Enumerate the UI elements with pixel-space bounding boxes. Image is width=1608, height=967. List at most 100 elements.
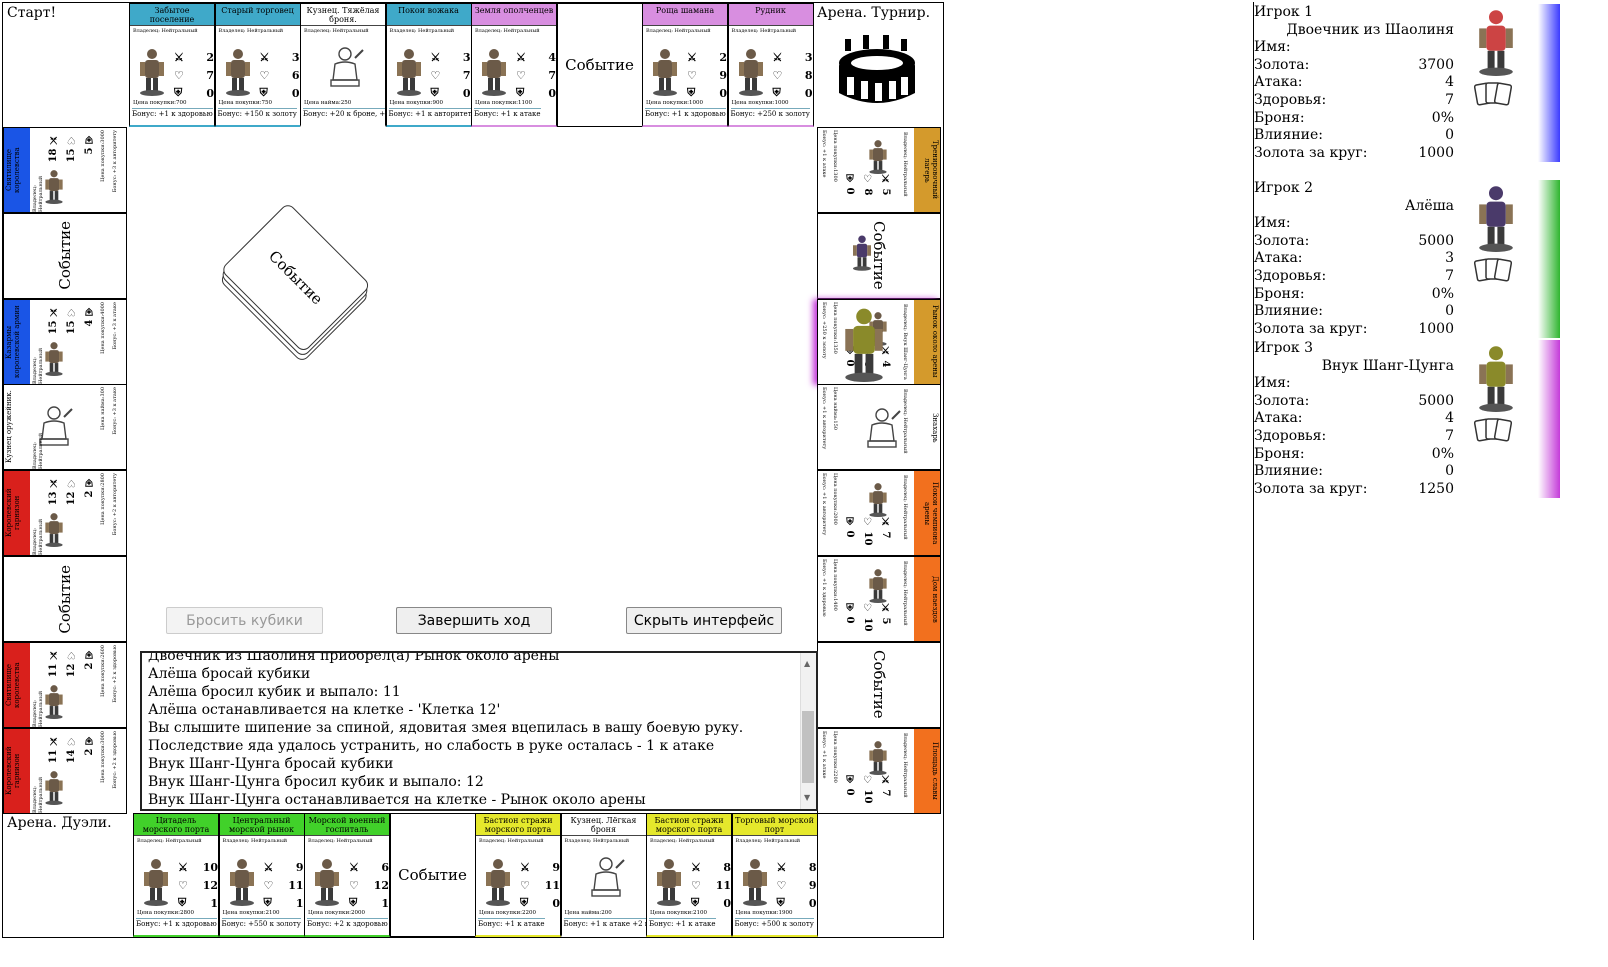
property-cell[interactable]: Роща шамана Владелец: Нейтральный ⚔ 2 ♡ 9 ⛨ 0 Це… (642, 3, 728, 127)
property-cell[interactable]: Кузнец. Тяжёлая броня. Владелец: Нейтраль… (300, 3, 386, 127)
scroll-up-icon[interactable]: ▲ (804, 655, 810, 673)
roll-dice-button[interactable]: Бросить кубики (166, 607, 323, 634)
property-cell[interactable]: Рудник Владелец: Нейтральный ⚔ 3 ♡ 8 ⛨ 0 Цена по… (727, 3, 814, 127)
stat-label: Влияние: (1254, 127, 1324, 144)
log-line: Внук Шанг-Цунга останавливается на клетк… (148, 792, 646, 808)
property-cell[interactable]: Центральный морской рынок Владелец: Нейтр… (218, 813, 305, 937)
heart-icon: ♡ (862, 174, 873, 185)
swords-icon: ⚔ (48, 305, 59, 317)
stat-armor: 0 (844, 530, 855, 538)
event-cell[interactable]: Событие (817, 212, 941, 299)
property-cell[interactable]: Цитадель морского порта Владелец: Нейтрал… (133, 813, 219, 937)
property-cell[interactable]: Покои чемпиона арены ⚔ 7 ♡ 10 ⛨ 0 Владелец: … (817, 470, 941, 557)
cell-title: Святилище королевства (4, 128, 30, 212)
cell-owner: Владелец: Нейтральный (32, 433, 44, 470)
property-cell[interactable]: Морской военный госпиталь Владелец: Нейтр… (304, 813, 390, 937)
property-cell[interactable]: Площадь славы ⚔ 7 ♡ 10 ⛨ 0 Владелец: Нейтрал… (817, 727, 941, 814)
property-cell[interactable]: Королевский гарнизон 13 ⚔ 12 ♡ 2 ⛨ Владелец:… (3, 470, 127, 557)
cell-title: Кузнец оружейник. (4, 385, 30, 470)
cell-price: Цена покупки:2200 (832, 730, 838, 783)
cell-stats: ⚔ 7 (880, 775, 891, 796)
property-cell[interactable]: Забытое поселение Владелец: Нейтральный ⚔ 2… (129, 3, 215, 127)
stat-label: Влияние: (1254, 303, 1324, 320)
cell-title: Тренировочный лагерь (914, 128, 940, 212)
cell-bonus: Бонус: +1 к авторитету (821, 387, 827, 450)
stat-row: Золота за круг: 1000 (1254, 145, 1454, 163)
cell-stats: ⚔ 8 ♡ 9 ⛨ 0 (777, 858, 817, 912)
swords-icon: ⚔ (48, 134, 59, 145)
event-cell[interactable]: Событие (3, 556, 127, 642)
property-cell[interactable]: Королевский гарнизон 11 ⚔ 14 ♡ 2 ⛨ Владелец:… (3, 727, 127, 814)
cell-bonus: Бонус: +150 к золоту (217, 108, 297, 118)
property-cell[interactable]: Святилище королевства 11 ⚔ 12 ♡ 2 ⛨ Владелец… (3, 641, 127, 728)
player-cards-icon[interactable] (1473, 80, 1513, 108)
property-cell[interactable]: Старый торговец Владелец: Нейтральный ⚔ 3 ♡ 6… (214, 3, 301, 127)
cell-price: Цена покупки:3000 (100, 730, 106, 783)
stat-health: 10 (862, 531, 873, 546)
cell-title: Морской военный госпиталь (305, 814, 389, 836)
event-deck[interactable]: Событие (210, 199, 380, 369)
shield-icon: ⛨ (844, 174, 855, 184)
cell-bonus: Бонус: +500 к золоту (734, 918, 814, 928)
stat-armor: 4 (84, 319, 95, 327)
cell-owner: Владелец: Нейтральный (479, 838, 544, 844)
player-cards-icon[interactable] (1473, 256, 1513, 284)
property-cell[interactable]: Святилище королевства 18 ⚔ 15 ♡ 5 ⛨ Владелец… (3, 127, 127, 213)
end-turn-button[interactable]: Завершить ход (396, 607, 552, 634)
property-cell[interactable]: Тренировочный лагерь ⚔ 5 ♡ 8 ⛨ 0 Владелец: Н… (817, 127, 941, 213)
cell-owner: Владелец: Нейтральный (475, 28, 540, 34)
stat-row: Влияние: 0 (1254, 127, 1454, 145)
corner-tournament: Арена. Турнир. (813, 3, 943, 127)
stat-value: 5000 (1418, 232, 1454, 249)
stat-row: Атака: 3 (1254, 250, 1454, 268)
event-cell-label: Событие (56, 564, 74, 634)
heart-icon: ♡ (687, 68, 697, 82)
cell-bonus: Бонус: +1 к здоровью (132, 108, 213, 118)
swords-icon: ⚔ (48, 477, 59, 489)
unit-figure (862, 739, 894, 775)
stat-armor: 0 (719, 86, 727, 100)
shield-icon: ⛨ (687, 86, 696, 99)
property-cell[interactable]: Кузнец оружейник. Владелец: Нейтральный Це… (3, 384, 127, 471)
log-scroll-thumb[interactable] (802, 711, 814, 783)
property-cell[interactable]: Земля ополченцев Владелец: Нейтральный ⚔ 4 ♡… (471, 3, 557, 127)
unit-figure (136, 46, 168, 96)
property-cell[interactable]: Казармы королевской армии 15 ⚔ 15 ♡ 4 ⛨ Влад… (3, 298, 127, 385)
stat-attack: 2 (206, 50, 214, 64)
stat-attack: 8 (808, 860, 817, 874)
cell-price: Цена покупки:1100 (475, 100, 533, 106)
game-log[interactable]: Двоечник из Шаолиня приобрел(а) Рынок ок… (140, 651, 818, 811)
cell-bonus: Бонус: +1 к атаке (649, 918, 716, 928)
event-cell[interactable]: Событие (389, 813, 476, 937)
property-cell[interactable]: Знахарь Владелец: Нейтральный Цена найма:1… (817, 384, 941, 471)
cell-stats-arm: ⛨ 0 (844, 174, 855, 194)
cell-price: Цена найма:300 (100, 387, 106, 431)
cell-title: Бастион стражи морского порта (647, 814, 731, 836)
event-cell[interactable]: Событие (3, 212, 127, 299)
cell-title: Покои чемпиона арены (914, 471, 940, 556)
swords-icon: ⚔ (263, 860, 274, 874)
property-cell[interactable]: Покои вожака Владелец: Нейтральный ⚔ 3 ♡ 7 ⛨ 0 Ц… (385, 3, 472, 127)
log-scrollbar[interactable]: ▲ ▼ (800, 653, 816, 809)
stat-attack: 18 (48, 148, 59, 163)
cell-stats: ⚔ 9 ♡ 11 ⛨ 1 (264, 858, 304, 912)
event-cell[interactable]: Событие (817, 641, 941, 728)
hide-interface-button[interactable]: Скрыть интерфейс (626, 607, 782, 634)
property-cell[interactable]: Бастион стражи морского порта Владелец: Н… (646, 813, 732, 937)
stat-row: Золота: 3700 (1254, 57, 1454, 75)
cell-stats: 11 ⚔ (48, 649, 59, 677)
unit-figure (862, 138, 894, 174)
stat-attack: 7 (880, 789, 891, 797)
event-cell[interactable]: Событие (556, 3, 643, 127)
cell-stats-arm: 5 ⛨ (84, 134, 95, 154)
property-cell[interactable]: Дом наездов ⚔ 5 ♡ 10 ⛨ 0 Владелец: Нейтральн… (817, 556, 941, 642)
cell-stats: 15 ⚔ (48, 306, 59, 334)
player-cards-icon[interactable] (1473, 416, 1513, 444)
stat-armor: 0 (808, 896, 817, 910)
property-cell[interactable]: Кузнец. Лёгкая броня Владелец: Нейтральны… (560, 813, 647, 937)
scroll-down-icon[interactable]: ▼ (804, 789, 810, 807)
cell-price: Цена покупки:2800 (137, 910, 195, 916)
property-cell[interactable]: Рынок около арены⚔ 4♡ 6⛨ 0Владелец: Внук… (817, 298, 941, 385)
property-cell[interactable]: Бастион стражи морского порта Владелец: Н… (475, 813, 561, 937)
property-cell[interactable]: Торговый морской порт Владелец: Нейтральн… (731, 813, 818, 937)
